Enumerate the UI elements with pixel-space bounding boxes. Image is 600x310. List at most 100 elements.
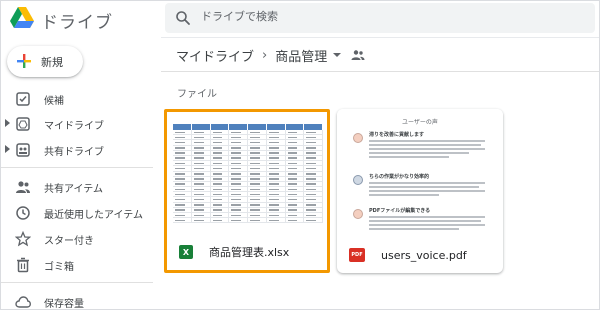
sheet-cell (211, 135, 230, 140)
sidebar-item-storage[interactable]: 保存容量 (1, 289, 153, 309)
file-card-xlsx[interactable]: X 商品管理表.xlsx (164, 109, 330, 273)
file-card-pdf[interactable]: ユーザーの声 滞りを改善に貢献します ちらの作業がかなり効率的 PDFファイルが… (337, 109, 503, 273)
sheet-cell (211, 187, 230, 192)
sheet-cell (248, 145, 267, 150)
sidebar-item-shared-with-me[interactable]: 共有アイテム (1, 174, 153, 200)
sidebar-item-my-drive[interactable]: マイドライブ (1, 111, 153, 137)
sheet-cell (304, 155, 323, 161)
expand-arrow-icon[interactable] (5, 145, 10, 153)
sheet-cell (267, 150, 286, 155)
sheet-cell (286, 140, 305, 145)
sheet-cell (267, 155, 286, 161)
sheet-cell (267, 171, 286, 176)
sheet-cell (173, 181, 192, 187)
sidebar-item-suggested[interactable]: 候補 (1, 86, 153, 112)
sheet-cell (229, 181, 248, 187)
sheet-cell (248, 130, 267, 135)
sheet-cell (304, 145, 323, 150)
pdf-entry-heading: ちらの作業がかなり効率的 (369, 174, 430, 180)
sheet-cell (286, 192, 305, 197)
sheet-cell (173, 166, 192, 171)
sidebar-item-trash[interactable]: ゴミ箱 (1, 252, 153, 278)
sheet-cell (192, 155, 211, 161)
search-icon[interactable] (175, 10, 191, 26)
sheet-cell (229, 213, 248, 218)
sheet-cell (248, 176, 267, 181)
sheet-cell (267, 140, 286, 145)
sheet-cell (173, 140, 192, 145)
search-input[interactable] (201, 10, 581, 23)
sheet-cell (248, 218, 267, 223)
search-bar[interactable] (165, 3, 595, 33)
breadcrumb-separator: › (262, 47, 268, 63)
sheet-cell (248, 187, 267, 192)
sheet-cell (192, 130, 211, 135)
sheet-cell (211, 213, 230, 218)
file-name: users_voice.pdf (381, 248, 467, 262)
avatar (353, 209, 363, 219)
sheet-cell (304, 181, 323, 187)
shared-folder-people-icon[interactable] (351, 49, 365, 61)
sheet-cell (229, 202, 248, 207)
file-name: 商品管理表.xlsx (209, 246, 290, 259)
google-drive-logo-icon[interactable] (9, 6, 35, 30)
sheet-cell (192, 213, 211, 218)
sheet-cell (211, 202, 230, 207)
sheet-cell (192, 181, 211, 187)
sheet-cell (304, 187, 323, 192)
sheet-cell (248, 213, 267, 218)
sheet-cell (286, 135, 305, 140)
sheet-cell (192, 218, 211, 223)
sheet-cell (173, 161, 192, 166)
expand-arrow-icon[interactable] (5, 119, 10, 127)
sheet-cell (267, 213, 286, 218)
sheet-cell (173, 171, 192, 176)
people-icon (16, 181, 30, 193)
sidebar-item-label: 共有アイテム (44, 184, 103, 195)
sheet-cell (304, 202, 323, 207)
sidebar-item-shared-drives[interactable]: 共有ドライブ (1, 137, 153, 163)
sheet-cell (248, 150, 267, 155)
sheet-cell (173, 192, 192, 197)
sheet-cell (192, 187, 211, 192)
sheet-cell (248, 171, 267, 176)
sheet-cell (248, 161, 267, 166)
sheet-cell (248, 202, 267, 207)
text-line (369, 144, 481, 146)
star-icon (15, 231, 31, 247)
sidebar-item-label: マイドライブ (44, 121, 104, 132)
sheet-cell (229, 166, 248, 171)
text-line (369, 140, 485, 142)
sidebar-item-starred[interactable]: スター付き (1, 226, 153, 252)
chevron-down-icon[interactable] (333, 53, 342, 57)
new-button[interactable]: 新規 (7, 46, 83, 77)
shared-drive-icon (16, 143, 30, 157)
sheet-cell (229, 155, 248, 161)
sheet-cell (192, 197, 211, 202)
sheet-cell (229, 130, 248, 135)
sheet-cell (229, 150, 248, 155)
sheet-cell (286, 207, 305, 212)
file-card-footer: X 商品管理表.xlsx (167, 234, 327, 270)
text-line (369, 152, 469, 154)
sheet-cell (267, 181, 286, 187)
text-line (369, 182, 485, 184)
sheet-cell (286, 187, 305, 192)
sheet-cell (211, 218, 230, 223)
sidebar-item-recent[interactable]: 最近使用したアイテム (1, 200, 153, 226)
sheet-cell (173, 207, 192, 212)
sheet-cell (267, 176, 286, 181)
files-section-label: ファイル (177, 89, 217, 100)
sheet-cell (304, 161, 323, 166)
breadcrumb-root[interactable]: マイドライブ (176, 46, 254, 65)
sheet-cell (286, 155, 305, 161)
sheet-cell (173, 176, 192, 181)
sheet-cell (248, 197, 267, 202)
trash-icon (17, 257, 29, 273)
sheet-cell (229, 176, 248, 181)
breadcrumb-current-folder[interactable]: 商品管理 (275, 46, 327, 65)
sheet-cell (173, 213, 192, 218)
sheet-cell (304, 150, 323, 155)
text-line (369, 148, 485, 150)
sheet-cell (211, 192, 230, 197)
